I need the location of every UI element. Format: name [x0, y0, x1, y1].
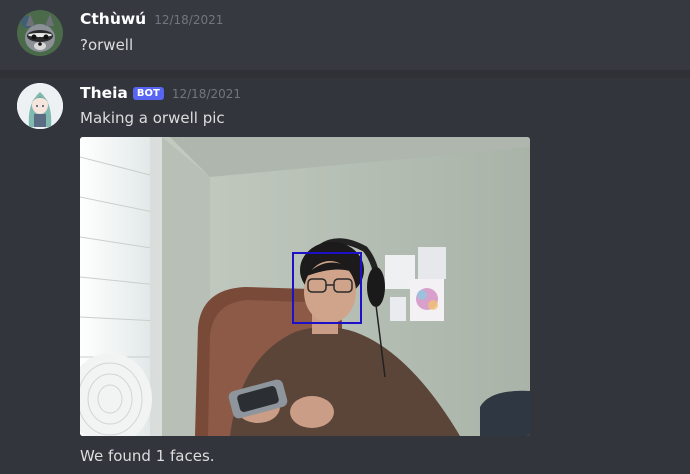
- message-cthuwu: Cthùwú 12/18/2021 ?orwell: [0, 0, 690, 70]
- timestamp[interactable]: 12/18/2021: [154, 13, 223, 27]
- bot-badge: BOT: [132, 87, 164, 100]
- username[interactable]: Theia: [80, 84, 128, 102]
- message-header: Cthùwú 12/18/2021: [80, 10, 223, 28]
- message-text: ?orwell: [80, 36, 134, 54]
- raccoon-avatar[interactable]: [17, 10, 63, 56]
- timestamp[interactable]: 12/18/2021: [172, 87, 241, 101]
- message-text: Making a orwell pic: [80, 109, 225, 127]
- anime-character-avatar[interactable]: [17, 83, 63, 129]
- message-header: Theia BOT 12/18/2021: [80, 84, 241, 102]
- message-theia: Theia BOT 12/18/2021 Making a orwell pic: [0, 78, 690, 474]
- message-text: We found 1 faces.: [80, 447, 215, 465]
- username[interactable]: Cthùwú: [80, 10, 146, 28]
- face-detection-box: [292, 252, 362, 324]
- message-divider: [0, 70, 690, 78]
- image-attachment[interactable]: [80, 137, 530, 436]
